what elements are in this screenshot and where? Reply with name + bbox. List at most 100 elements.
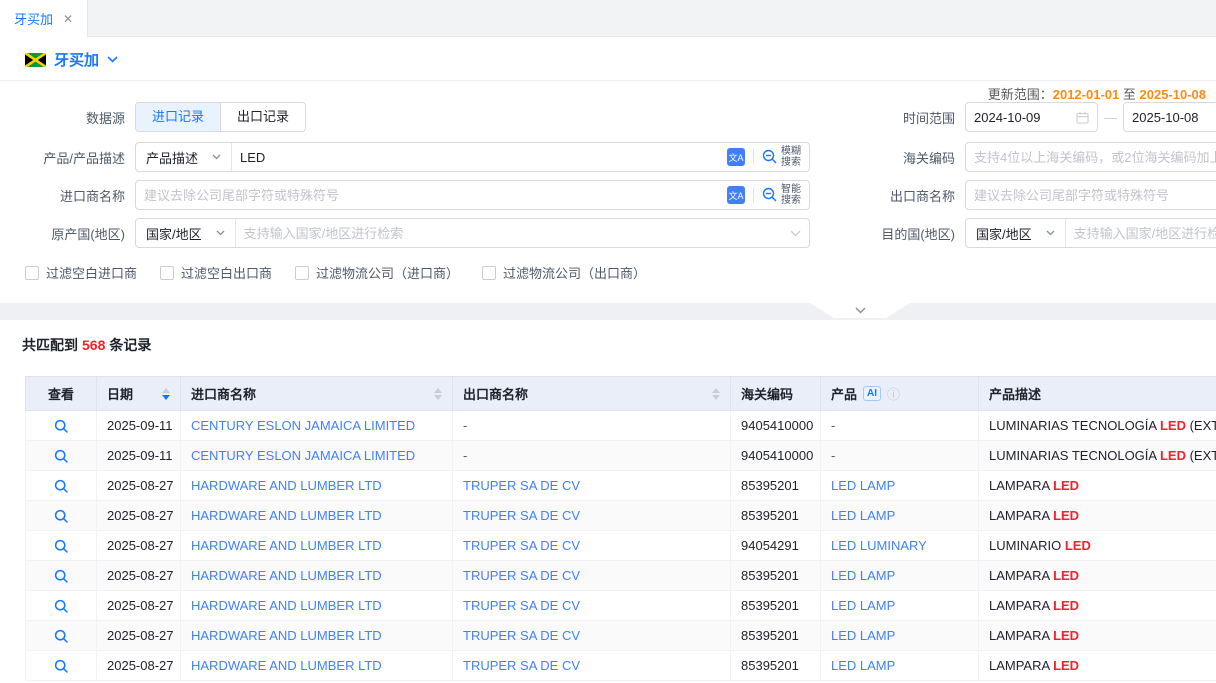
time-range-start[interactable]	[965, 102, 1098, 132]
smart-search-label: 智能 搜索	[781, 184, 801, 207]
checkbox-filter-blank-exporter[interactable]: 过滤空白出口商	[160, 263, 272, 282]
col-importer-label: 进口商名称	[191, 384, 256, 403]
col-date[interactable]: 日期	[97, 377, 181, 411]
exporter-cell: TRUPER SA DE CV	[453, 501, 731, 531]
product-field-select[interactable]: 产品描述	[136, 143, 232, 171]
destination-country-input[interactable]	[1074, 226, 1216, 241]
jamaica-flag-icon	[25, 53, 46, 67]
product-search-input[interactable]	[240, 150, 719, 165]
info-icon[interactable]: ⓘ	[887, 384, 900, 403]
origin-country-select[interactable]: 国家/地区	[136, 219, 236, 247]
product-link[interactable]: LED LAMP	[831, 508, 895, 523]
destination-group: 国家/地区	[965, 218, 1216, 248]
date-cell: 2025-08-27	[97, 471, 181, 501]
exporter-link[interactable]: TRUPER SA DE CV	[463, 658, 580, 673]
export-records-tab[interactable]: 出口记录	[220, 103, 305, 131]
chevron-down-icon	[212, 154, 221, 160]
hs-code-field[interactable]	[965, 142, 1216, 172]
importer-link[interactable]: HARDWARE AND LUMBER LTD	[191, 508, 382, 523]
product-link[interactable]: LED LAMP	[831, 628, 895, 643]
exporter-link[interactable]: TRUPER SA DE CV	[463, 538, 580, 553]
country-bar: 牙买加	[0, 37, 1216, 81]
chevron-down-icon[interactable]	[790, 230, 801, 237]
importer-cell: CENTURY ESLON JAMAICA LIMITED	[181, 441, 453, 471]
checkbox-filter-blank-importer[interactable]: 过滤空白进口商	[25, 263, 137, 282]
checkbox-label: 过滤物流公司（出口商）	[503, 263, 646, 282]
fuzzy-search-button[interactable]: 模糊 搜索	[762, 146, 801, 169]
sort-exporter[interactable]	[712, 388, 720, 400]
view-record-button[interactable]	[54, 479, 69, 494]
col-exporter-label: 出口商名称	[463, 384, 528, 403]
tab-jamaica[interactable]: 牙买加 ✕	[0, 0, 88, 37]
smart-search-button[interactable]: 智能 搜索	[762, 184, 801, 207]
view-record-button[interactable]	[54, 449, 69, 464]
importer-link[interactable]: HARDWARE AND LUMBER LTD	[191, 568, 382, 583]
hs-code-input[interactable]	[974, 150, 1216, 165]
importer-link[interactable]: CENTURY ESLON JAMAICA LIMITED	[191, 448, 415, 463]
collapse-panel-toggle[interactable]	[810, 303, 910, 318]
hs-cell: 85395201	[731, 621, 821, 651]
product-link[interactable]: LED LUMINARY	[831, 538, 927, 553]
tab-label: 牙买加	[14, 9, 53, 28]
col-importer[interactable]: 进口商名称	[181, 377, 453, 411]
product-select-value: 产品描述	[146, 148, 198, 167]
exporter-link[interactable]: TRUPER SA DE CV	[463, 628, 580, 643]
checkbox[interactable]	[160, 266, 174, 280]
exporter-link[interactable]: TRUPER SA DE CV	[463, 598, 580, 613]
view-record-button[interactable]	[54, 419, 69, 434]
end-date-input[interactable]	[1132, 110, 1216, 125]
checkbox[interactable]	[25, 266, 39, 280]
country-selector[interactable]: 牙买加	[25, 49, 118, 70]
origin-country-input[interactable]	[244, 226, 782, 241]
col-date-label: 日期	[107, 384, 133, 403]
importer-link[interactable]: HARDWARE AND LUMBER LTD	[191, 478, 382, 493]
table-header-row: 查看 日期 进口商名称	[26, 377, 1216, 411]
chevron-down-icon[interactable]	[107, 56, 118, 63]
col-exporter[interactable]: 出口商名称	[453, 377, 731, 411]
importer-link[interactable]: HARDWARE AND LUMBER LTD	[191, 598, 382, 613]
sort-date[interactable]	[162, 388, 170, 400]
date-cell: 2025-08-27	[97, 621, 181, 651]
checkbox[interactable]	[295, 266, 309, 280]
exporter-cell: -	[453, 411, 731, 441]
checkbox[interactable]	[482, 266, 496, 280]
destination-country-select[interactable]: 国家/地区	[966, 219, 1066, 247]
sort-importer[interactable]	[434, 388, 442, 400]
checkbox-filter-logistics-exporter[interactable]: 过滤物流公司（出口商）	[482, 263, 646, 282]
view-record-button[interactable]	[54, 509, 69, 524]
time-range-end[interactable]	[1123, 102, 1216, 132]
importer-name-input[interactable]	[144, 188, 719, 203]
translate-icon[interactable]: 文A	[727, 148, 745, 166]
product-link[interactable]: LED LAMP	[831, 598, 895, 613]
importer-link[interactable]: HARDWARE AND LUMBER LTD	[191, 658, 382, 673]
view-record-button[interactable]	[54, 569, 69, 584]
desc-cell: LAMPARA LED	[979, 621, 1216, 651]
view-record-button[interactable]	[54, 659, 69, 674]
table-row: 2025-08-27 HARDWARE AND LUMBER LTD TRUPE…	[26, 591, 1216, 621]
product-link[interactable]: LED LAMP	[831, 658, 895, 673]
exporter-link[interactable]: TRUPER SA DE CV	[463, 568, 580, 583]
exporter-field[interactable]	[965, 180, 1216, 210]
product-link[interactable]: LED LAMP	[831, 568, 895, 583]
importer-link[interactable]: CENTURY ESLON JAMAICA LIMITED	[191, 418, 415, 433]
translate-icon[interactable]: 文A	[727, 186, 745, 204]
importer-link[interactable]: HARDWARE AND LUMBER LTD	[191, 628, 382, 643]
exporter-name-input[interactable]	[974, 188, 1216, 203]
view-record-button[interactable]	[54, 539, 69, 554]
view-record-button[interactable]	[54, 599, 69, 614]
importer-link[interactable]: HARDWARE AND LUMBER LTD	[191, 538, 382, 553]
col-product: 产品 AI ⓘ	[821, 377, 979, 411]
desc-cell: LAMPARA LED	[979, 591, 1216, 621]
magnifier-icon	[54, 599, 69, 614]
table-row: 2025-09-11 CENTURY ESLON JAMAICA LIMITED…	[26, 411, 1216, 441]
import-records-tab[interactable]: 进口记录	[136, 103, 220, 131]
exporter-link[interactable]: TRUPER SA DE CV	[463, 508, 580, 523]
start-date-input[interactable]	[974, 110, 1070, 125]
checkbox-filter-logistics-importer[interactable]: 过滤物流公司（进口商）	[295, 263, 459, 282]
table-row: 2025-09-11 CENTURY ESLON JAMAICA LIMITED…	[26, 441, 1216, 471]
hs-cell: 85395201	[731, 561, 821, 591]
view-record-button[interactable]	[54, 629, 69, 644]
product-link[interactable]: LED LAMP	[831, 478, 895, 493]
exporter-link[interactable]: TRUPER SA DE CV	[463, 478, 580, 493]
close-icon[interactable]: ✕	[63, 12, 73, 26]
